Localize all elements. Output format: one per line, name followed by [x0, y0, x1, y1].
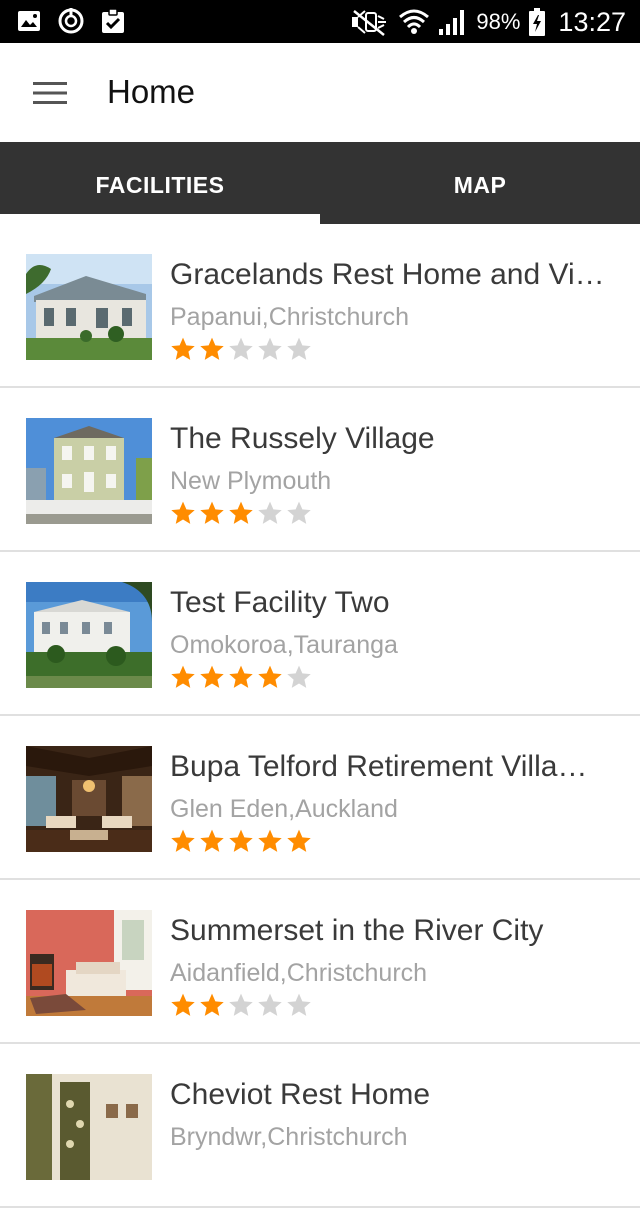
star-filled-icon [200, 337, 224, 360]
facility-name: The Russely Village [170, 422, 435, 455]
star-empty-icon [287, 665, 311, 688]
mansion-photo [26, 582, 152, 688]
star-rating [170, 992, 312, 1018]
facility-location: Glen Eden,Auckland [170, 795, 398, 823]
star-empty-icon [287, 501, 311, 524]
facility-thumbnail [26, 910, 152, 1016]
gallery-icon [18, 11, 40, 31]
facility-thumbnail [26, 746, 152, 852]
power-timer-icon [58, 8, 84, 34]
status-icons-right: 98% 13:27 [350, 5, 626, 39]
clock: 13:27 [558, 6, 626, 37]
facility-name: Summerset in the River City [170, 914, 544, 947]
app-bar: Home [0, 43, 640, 142]
wifi-icon [399, 9, 430, 34]
facility-row[interactable]: Summerset in the River City Aidanfield,C… [0, 880, 640, 1044]
star-rating [170, 500, 312, 526]
bedroom-photo [26, 910, 152, 1016]
star-filled-icon [171, 993, 195, 1016]
tab-facilities[interactable]: FACILITIES [0, 142, 320, 214]
star-empty-icon [287, 993, 311, 1016]
page-title: Home [107, 73, 196, 110]
lounge-photo [26, 746, 152, 852]
star-filled-icon [229, 501, 253, 524]
star-filled-icon [200, 993, 224, 1016]
star-filled-icon [287, 829, 311, 852]
facility-location: New Plymouth [170, 467, 332, 495]
facility-list: Gracelands Rest Home and Vi… Papanui,Chr… [0, 224, 640, 1208]
status-bar: 98% 13:27 [0, 0, 640, 43]
hamburger-icon [33, 82, 67, 104]
menu-button[interactable] [22, 69, 78, 117]
star-filled-icon [258, 829, 282, 852]
mute-icon [352, 10, 387, 36]
star-empty-icon [258, 993, 282, 1016]
star-rating [170, 664, 312, 690]
room-photo [26, 1074, 152, 1180]
facility-name: Cheviot Rest Home [170, 1078, 431, 1111]
star-empty-icon [287, 337, 311, 360]
star-filled-icon [229, 665, 253, 688]
house-photo [26, 254, 152, 360]
star-empty-icon [258, 501, 282, 524]
status-icons-left [16, 7, 126, 35]
facility-location: Aidanfield,Christchurch [170, 959, 428, 987]
star-filled-icon [171, 501, 195, 524]
facility-row[interactable]: The Russely Village New Plymouth [0, 388, 640, 552]
star-filled-icon [200, 501, 224, 524]
star-rating [170, 336, 312, 362]
facility-thumbnail [26, 582, 152, 688]
facility-name: Test Facility Two [170, 586, 390, 619]
star-empty-icon [258, 337, 282, 360]
star-rating [170, 828, 312, 854]
star-filled-icon [200, 665, 224, 688]
facility-location: Omokoroa,Tauranga [170, 631, 398, 659]
tab-bar: FACILITIES MAP [0, 142, 640, 224]
facility-thumbnail [26, 254, 152, 360]
star-filled-icon [171, 337, 195, 360]
battery-charging-icon [529, 8, 546, 36]
facility-row[interactable]: Bupa Telford Retirement Villa… Glen Eden… [0, 716, 640, 880]
facility-row[interactable]: Cheviot Rest Home Bryndwr,Christchurch [0, 1044, 640, 1208]
facility-row[interactable]: Test Facility Two Omokoroa,Tauranga [0, 552, 640, 716]
tab-label: FACILITIES [95, 172, 225, 198]
villa-photo [26, 418, 152, 524]
clipboard-check-icon [102, 8, 124, 33]
battery-percentage: 98% [476, 9, 521, 34]
star-filled-icon [229, 829, 253, 852]
star-filled-icon [171, 665, 195, 688]
star-filled-icon [171, 829, 195, 852]
facility-location: Papanui,Christchurch [170, 303, 410, 331]
star-filled-icon [200, 829, 224, 852]
facility-row[interactable]: Gracelands Rest Home and Vi… Papanui,Chr… [0, 224, 640, 388]
tab-label: MAP [453, 172, 507, 198]
facility-name: Gracelands Rest Home and Vi… [170, 258, 605, 291]
star-empty-icon [229, 337, 253, 360]
star-empty-icon [229, 993, 253, 1016]
signal-icon [439, 10, 465, 35]
facility-thumbnail [26, 1074, 152, 1180]
facility-name: Bupa Telford Retirement Villa… [170, 750, 588, 783]
star-filled-icon [258, 665, 282, 688]
facility-thumbnail [26, 418, 152, 524]
tab-map[interactable]: MAP [320, 142, 640, 224]
